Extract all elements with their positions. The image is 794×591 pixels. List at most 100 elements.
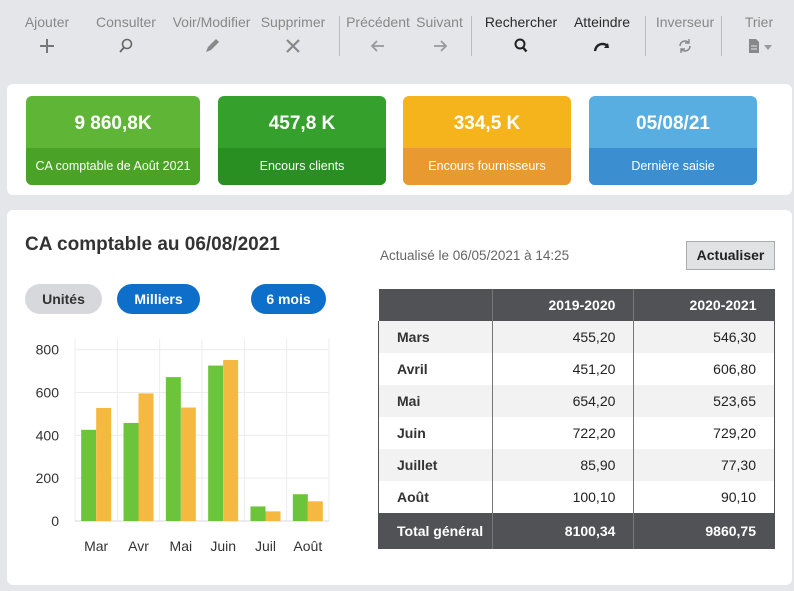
table-header-row: 2019-2020 2020-2021	[378, 289, 775, 321]
bar-chart: 0 200 400 600 800 Mar Avr Mai Juin Juil Août	[36, 339, 330, 554]
previous-button[interactable]: Précédent	[345, 14, 411, 54]
table-cell: 654,20	[491, 385, 634, 417]
bar	[307, 501, 323, 521]
table-header-2019-2020: 2019-2020	[491, 289, 634, 321]
revenue-table: 2019-2020 2020-2021 Mars 455,20 546,30 A…	[378, 289, 775, 549]
sort-doc-icon	[749, 39, 772, 53]
bar	[250, 506, 266, 521]
bar	[165, 377, 181, 521]
table-header-2020-2021: 2020-2021	[633, 289, 775, 321]
plus-icon	[40, 39, 54, 53]
table-cell-month: Juin	[378, 417, 493, 449]
refresh-button[interactable]: Actualiser	[686, 241, 775, 270]
table-total-label: Total général	[378, 513, 493, 549]
table-cell-month: Avril	[378, 353, 493, 385]
bar	[123, 422, 139, 521]
table-cell-month: Mars	[378, 321, 493, 353]
magnifier-icon	[514, 38, 528, 53]
bar	[208, 365, 224, 521]
table-cell: 100,10	[491, 481, 634, 513]
table-row[interactable]: Août 100,10 90,10	[378, 481, 775, 513]
table-cell: 546,30	[633, 321, 775, 353]
bar	[81, 429, 97, 521]
table-cell: 722,20	[491, 417, 634, 449]
kpi-card-revenue[interactable]: 9 860,8K CA comptable de Août 2021	[26, 96, 200, 185]
bar	[265, 511, 281, 521]
next-button[interactable]: Suivant	[413, 14, 466, 54]
kpi-card-customers[interactable]: 457,8 K Encours clients	[218, 96, 386, 185]
thousands-button[interactable]: Milliers	[117, 284, 200, 314]
table-cell: 85,90	[491, 449, 634, 481]
add-button[interactable]: Ajouter	[20, 14, 74, 54]
arrow-right-icon	[433, 40, 447, 52]
x-tick-label: Juil	[255, 538, 276, 554]
table-row[interactable]: Juillet 85,90 77,30	[378, 449, 775, 481]
consult-button[interactable]: Consulter	[93, 14, 159, 54]
kpi-label: CA comptable de Août 2021	[26, 148, 200, 185]
view-edit-button[interactable]: Voir/Modifier	[170, 14, 253, 54]
delete-label: Supprimer	[260, 14, 326, 30]
table-cell: 523,65	[633, 385, 775, 417]
x-tick-label: Mai	[170, 538, 193, 554]
sort-button[interactable]: Trier	[733, 14, 785, 54]
kpi-label: Encours clients	[218, 148, 386, 185]
table-row[interactable]: Mars 455,20 546,30	[378, 321, 775, 353]
y-tick-label: 600	[36, 385, 60, 401]
consult-label: Consulter	[96, 14, 156, 30]
toolbar-separator	[721, 16, 722, 56]
bar	[96, 407, 112, 521]
switch-button[interactable]: Inverseur	[652, 14, 718, 54]
previous-label: Précédent	[346, 14, 410, 30]
table-cell: 90,10	[633, 481, 775, 513]
kpi-label: Encours fournisseurs	[403, 148, 571, 185]
table-cell-month: Août	[378, 481, 493, 513]
goto-button[interactable]: Atteindre	[569, 14, 635, 54]
updated-timestamp: Actualisé le 06/05/2021 à 14:25	[380, 248, 570, 263]
x-tick-label: Août	[293, 538, 322, 554]
kpi-value: 05/08/21	[636, 113, 710, 134]
units-button[interactable]: Unités	[25, 284, 102, 314]
table-total-cell: 9860,75	[633, 513, 775, 549]
toolbar-separator	[645, 16, 646, 56]
kpi-card-suppliers[interactable]: 334,5 K Encours fournisseurs	[403, 96, 571, 185]
kpi-card-last-entry[interactable]: 05/08/21 Dernière saisie	[589, 96, 757, 185]
table-row[interactable]: Mai 654,20 523,65	[378, 385, 775, 417]
next-label: Suivant	[416, 14, 463, 30]
refresh-icon	[679, 39, 691, 53]
table-cell-month: Juillet	[378, 449, 493, 481]
x-tick-label: Avr	[128, 538, 149, 554]
close-icon	[286, 39, 300, 53]
search-button[interactable]: Rechercher	[484, 14, 558, 54]
table-cell: 77,30	[633, 449, 775, 481]
search-label: Rechercher	[484, 14, 558, 30]
goto-label: Atteindre	[573, 14, 631, 30]
search-icon	[119, 38, 133, 53]
table-cell-month: Mai	[378, 385, 493, 417]
page-title: CA comptable au 06/08/2021	[25, 234, 280, 255]
y-tick-label: 800	[36, 342, 60, 358]
table-cell: 606,80	[633, 353, 775, 385]
y-tick-label: 200	[36, 470, 60, 486]
kpi-label: Dernière saisie	[589, 148, 757, 185]
pencil-icon	[205, 39, 219, 52]
x-tick-label: Mar	[84, 538, 108, 554]
six-months-button[interactable]: 6 mois	[251, 284, 326, 314]
table-cell: 455,20	[491, 321, 634, 353]
table-cell: 729,20	[633, 417, 775, 449]
bar	[138, 393, 154, 521]
toolbar-separator	[339, 16, 340, 56]
main-panel: CA comptable au 06/08/2021 Unités Millie…	[7, 210, 792, 585]
bar	[223, 359, 239, 521]
bar	[292, 494, 308, 521]
sort-label: Trier	[744, 14, 774, 30]
table-total-cell: 8100,34	[491, 513, 634, 549]
table-row[interactable]: Avril 451,20 606,80	[378, 353, 775, 385]
add-label: Ajouter	[24, 14, 70, 30]
switch-label: Inverseur	[655, 14, 715, 30]
delete-button[interactable]: Supprimer	[258, 14, 328, 54]
kpi-value: 334,5 K	[453, 113, 521, 134]
table-cell: 451,20	[491, 353, 634, 385]
table-row[interactable]: Juin 722,20 729,20	[378, 417, 775, 449]
toolbar-separator	[471, 16, 472, 56]
bar	[180, 407, 196, 521]
